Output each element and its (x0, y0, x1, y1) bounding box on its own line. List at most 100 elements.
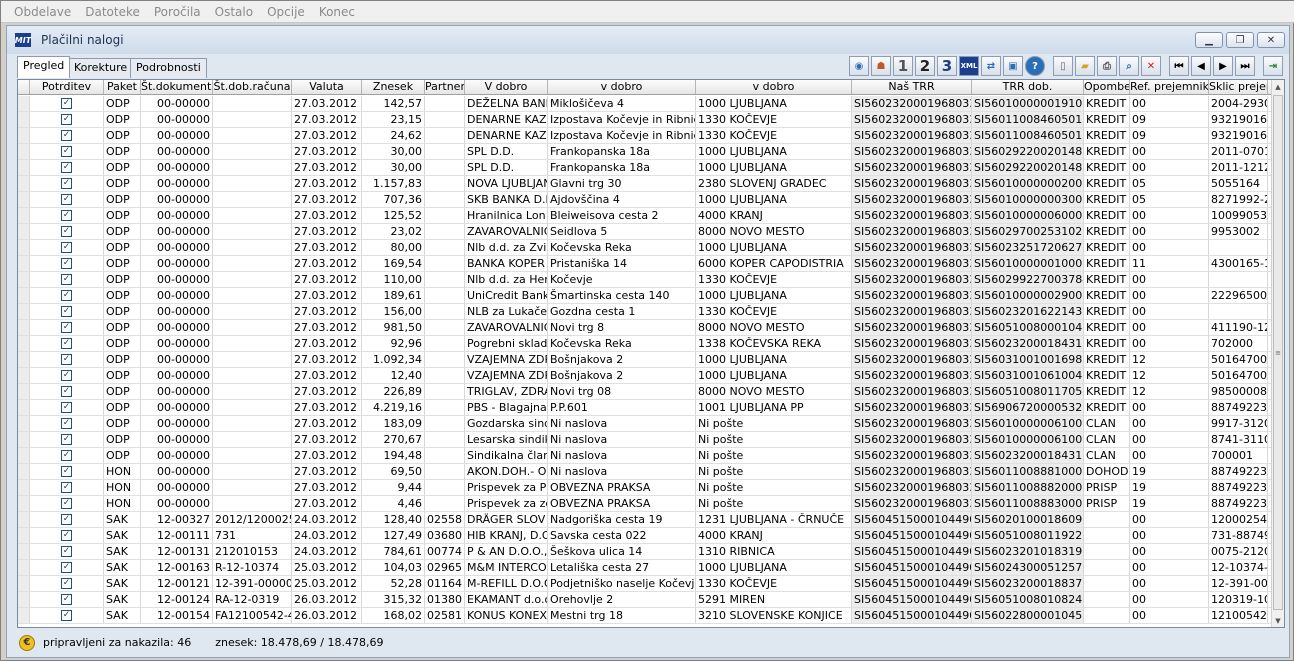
open-folder-icon[interactable]: ▰ (1075, 56, 1095, 76)
digit-2-icon[interactable]: 2 (915, 56, 935, 76)
column-header-st-dob-racuna[interactable]: Št.dob.računa (213, 80, 292, 94)
tab-korekture[interactable]: Korekture (68, 58, 134, 78)
confirm-checkbox[interactable]: ✓ (61, 370, 72, 381)
table-row[interactable]: ✓ ODP00-00000 27.03.2012142,57 DEŽELNA BANK… (18, 96, 1272, 112)
column-header-opombe[interactable]: Opombe (1084, 80, 1130, 94)
menu-datoteke[interactable]: Datoteke (78, 5, 147, 19)
users-icon[interactable]: ☗ (871, 56, 891, 76)
delete-icon[interactable]: ✕ (1141, 56, 1161, 76)
table-row[interactable]: ✓ ODP 00-00000 27.03.2012 226,89 TRIGLAV, ZDR… (18, 384, 1272, 400)
confirm-checkbox[interactable]: ✓ (61, 306, 72, 317)
first-record-icon[interactable]: ⏮ (1169, 56, 1189, 76)
confirm-checkbox[interactable]: ✓ (61, 258, 72, 269)
scroll-up-icon[interactable]: ▲ (1272, 80, 1284, 93)
new-file-icon[interactable]: ▯ (1053, 56, 1073, 76)
menu-porocila[interactable]: Poročila (147, 5, 208, 19)
table-row[interactable]: ✓ ODP 00-00000 27.03.2012 194,48 Sindikalna č… (18, 448, 1272, 464)
scroll-down-icon[interactable]: ▼ (1272, 614, 1284, 627)
confirm-checkbox[interactable]: ✓ (61, 322, 72, 333)
table-row[interactable]: ✓ ODP00-00000 27.03.2012981,50 ZAVAROVALNIC… (18, 320, 1272, 336)
exit-icon[interactable]: ⇥ (1263, 56, 1283, 76)
confirm-checkbox[interactable]: ✓ (61, 610, 72, 621)
vertical-scrollbar[interactable]: ▲ ≡ ▼ (1271, 80, 1284, 627)
column-header-v-dobro-address[interactable]: v dobro (548, 80, 696, 94)
table-row[interactable]: ✓ ODP 00-00000 27.03.2012 707,36 SKB BANKA D.… (18, 192, 1272, 208)
confirm-checkbox[interactable]: ✓ (61, 162, 72, 173)
globe-icon[interactable]: ◉ (849, 56, 869, 76)
digit-1-icon[interactable]: 1 (893, 56, 913, 76)
confirm-checkbox[interactable]: ✓ (61, 338, 72, 349)
confirm-checkbox[interactable]: ✓ (61, 418, 72, 429)
table-row[interactable]: ✓ ODP 00-00000 27.03.2012 110,00 Nlb d.d. za … (18, 272, 1272, 288)
table-row[interactable]: ✓ SAK 12-00163 R-12-10374 25.03.2012 104,03 02… (18, 560, 1272, 576)
confirm-checkbox[interactable]: ✓ (61, 402, 72, 413)
menu-obdelave[interactable]: Obdelave (7, 5, 78, 19)
confirm-checkbox[interactable]: ✓ (61, 98, 72, 109)
table-row[interactable]: ✓ HON 00-00000 27.03.2012 9,44 Prispevek za P… (18, 480, 1272, 496)
next-record-icon[interactable]: ▶ (1213, 56, 1233, 76)
confirm-checkbox[interactable]: ✓ (61, 290, 72, 301)
table-row[interactable]: ✓ ODP00-00000 27.03.201223,15 DENARNE KAZNI… (18, 112, 1272, 128)
restore-button[interactable]: ❐ (1226, 32, 1254, 48)
minimize-button[interactable]: ▁ (1195, 32, 1223, 48)
confirm-checkbox[interactable]: ✓ (61, 114, 72, 125)
screen-icon[interactable]: ▣ (1003, 56, 1023, 76)
column-header-sklic-prejemnika[interactable]: Sklic prejemnika (1209, 80, 1268, 94)
find-icon[interactable]: ⌕ (1119, 56, 1139, 76)
table-row[interactable]: ✓ ODP 00-00000 27.03.2012 169,54 BANKA KOPER P… (18, 256, 1272, 272)
digit-3-icon[interactable]: 3 (937, 56, 957, 76)
confirm-checkbox[interactable]: ✓ (61, 482, 72, 493)
table-row[interactable]: ✓ SAK 12-00131 212010153 24.03.2012 784,61 007… (18, 544, 1272, 560)
confirm-checkbox[interactable]: ✓ (61, 450, 72, 461)
confirm-checkbox[interactable]: ✓ (61, 386, 72, 397)
confirm-checkbox[interactable]: ✓ (61, 354, 72, 365)
table-row[interactable]: ✓ SAK 12-00124 RA-12-0319 26.03.2012 315,32 01… (18, 592, 1272, 608)
confirm-checkbox[interactable]: ✓ (61, 514, 72, 525)
column-header-znesek[interactable]: Znesek (362, 80, 425, 94)
table-row[interactable]: ✓ ODP00-00000 27.03.201224,62 DENARNE KAZNI… (18, 128, 1272, 144)
export-icon[interactable]: ⇄ (981, 56, 1001, 76)
table-row[interactable]: ✓ ODP 00-00000 27.03.2012 189,61 UniCredit Ba… (18, 288, 1272, 304)
table-row[interactable]: ✓ ODP 00-00000 27.03.2012 1.092,34 VZAJEMNA Z… (18, 352, 1272, 368)
confirm-checkbox[interactable]: ✓ (61, 210, 72, 221)
column-header-v-dobro-name[interactable]: V dobro (465, 80, 548, 94)
confirm-checkbox[interactable]: ✓ (61, 562, 72, 573)
column-header-trr-dob[interactable]: TRR dob. (972, 80, 1084, 94)
confirm-checkbox[interactable]: ✓ (61, 466, 72, 477)
table-row[interactable]: ✓ ODP 00-00000 27.03.2012 183,09 Gozdarska si… (18, 416, 1272, 432)
xml-icon[interactable]: XML (959, 56, 979, 76)
menu-opcije[interactable]: Opcije (260, 5, 312, 19)
confirm-checkbox[interactable]: ✓ (61, 178, 72, 189)
confirm-checkbox[interactable]: ✓ (61, 242, 72, 253)
column-header-st-dokumenta[interactable]: Št.dokumenta (141, 80, 213, 94)
table-row[interactable]: ✓ SAK 12-00121 12-391-000002 25.03.2012 52,28… (18, 576, 1272, 592)
confirm-checkbox[interactable]: ✓ (61, 546, 72, 557)
confirm-checkbox[interactable]: ✓ (61, 530, 72, 541)
confirm-checkbox[interactable]: ✓ (61, 498, 72, 509)
column-header-potrditev[interactable]: Potrditev (30, 80, 104, 94)
help-icon[interactable]: ? (1025, 56, 1045, 76)
column-header-nas-trr[interactable]: Naš TRR (852, 80, 972, 94)
menu-konec[interactable]: Konec (312, 5, 362, 19)
scroll-thumb[interactable]: ≡ (1273, 95, 1283, 610)
table-row[interactable]: ✓ ODP 00-00000 27.03.2012 30,00 SPL D.D. Frank… (18, 160, 1272, 176)
column-header-v-dobro-post[interactable]: v dobro (696, 80, 852, 94)
column-header-partner[interactable]: Partner (425, 80, 465, 94)
print-icon[interactable]: ⎙ (1097, 56, 1117, 76)
table-row[interactable]: ✓ ODP 00-00000 27.03.2012 270,67 Lesarska sin… (18, 432, 1272, 448)
table-row[interactable]: ✓ ODP 00-00000 27.03.2012 125,52 Hranilnica L… (18, 208, 1272, 224)
confirm-checkbox[interactable]: ✓ (61, 274, 72, 285)
menu-ostalo[interactable]: Ostalo (208, 5, 260, 19)
table-row[interactable]: ✓ ODP 00-00000 27.03.2012 156,00 NLB za Lukač… (18, 304, 1272, 320)
table-row[interactable]: ✓ HON 00-00000 27.03.2012 4,46 Prispevek za z… (18, 496, 1272, 512)
table-row[interactable]: ✓ HON 00-00000 27.03.2012 69,50 AKON.DOH.- OD… (18, 464, 1272, 480)
table-row[interactable]: ✓ ODP 00-00000 27.03.2012 4.219,16 PBS - Blag… (18, 400, 1272, 416)
column-header-paket[interactable]: Paket (104, 80, 141, 94)
last-record-icon[interactable]: ⏭ (1235, 56, 1255, 76)
table-row[interactable]: ✓ ODP 00-00000 27.03.2012 80,00 Nlb d.d. za Z… (18, 240, 1272, 256)
table-row[interactable]: ✓ SAK 12-00111 731 24.03.2012 127,49 03680 HIB … (18, 528, 1272, 544)
confirm-checkbox[interactable]: ✓ (61, 130, 72, 141)
column-header-ref-prejemnika[interactable]: Ref. prejemnika (1130, 80, 1209, 94)
table-row[interactable]: ✓ SAK12-003272012/1200025424.03.2012128,4… (18, 512, 1272, 528)
confirm-checkbox[interactable]: ✓ (61, 594, 72, 605)
